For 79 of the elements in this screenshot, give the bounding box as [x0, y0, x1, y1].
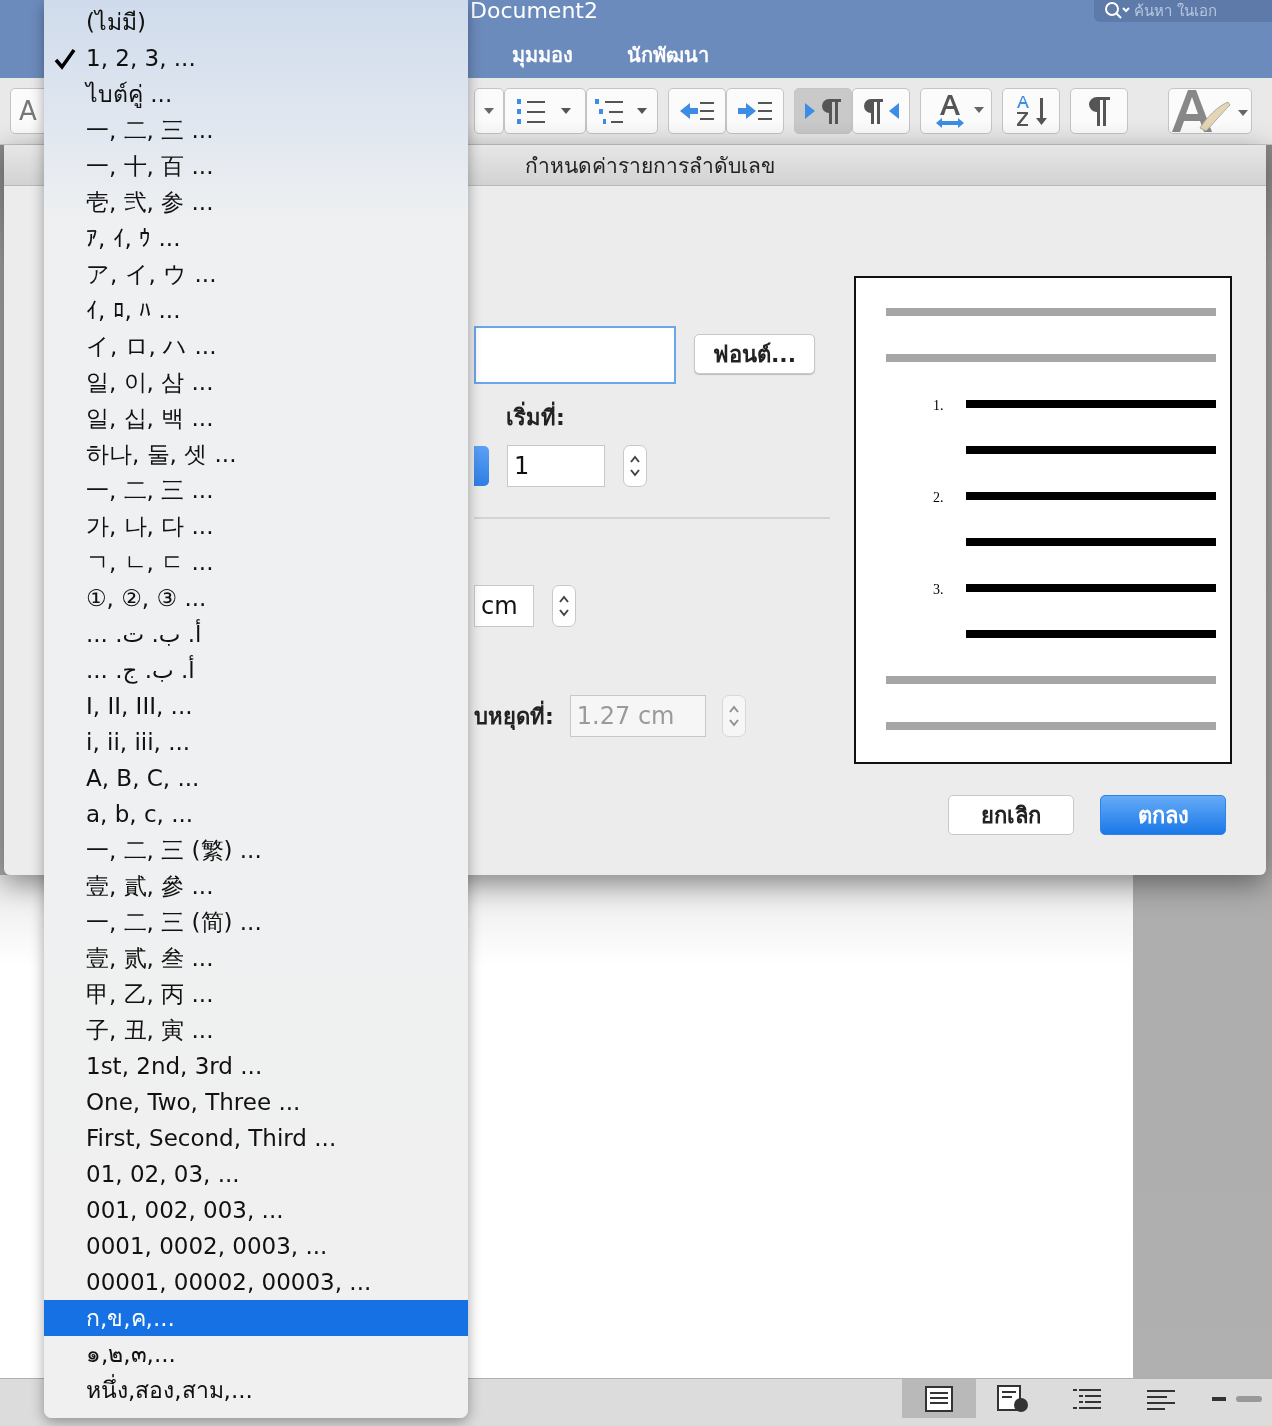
rtl-button[interactable] — [852, 88, 910, 134]
window-title: Document2 — [470, 0, 598, 22]
menu-item[interactable]: 일, 십, 백 ... — [44, 400, 468, 436]
menu-item[interactable]: i, ii, iii, ... — [44, 724, 468, 760]
pilcrow-icon — [1086, 95, 1112, 127]
zoom-out-icon — [1212, 1396, 1226, 1401]
draft-icon — [1147, 1387, 1175, 1410]
print-layout-icon — [925, 1385, 953, 1412]
dialog-title: กำหนดค่ารายการลำดับเลข — [524, 152, 775, 180]
tab-stop-label: บหยุดที่: — [474, 698, 554, 734]
font-button[interactable]: ฟอนต์... — [694, 334, 816, 374]
menu-item[interactable]: 一, 二, 三 (繁) ... — [44, 832, 468, 868]
start-at-field[interactable]: 1 — [507, 445, 605, 487]
menu-item[interactable]: 00001, 00002, 00003, ... — [44, 1264, 468, 1300]
print-layout-view-button[interactable] — [902, 1379, 976, 1418]
menu-item[interactable]: 01, 02, 03, ... — [44, 1156, 468, 1192]
menu-item[interactable]: 子, 丑, 寅 ... — [44, 1012, 468, 1048]
menu-item[interactable]: 가, 나, 다 ... — [44, 508, 468, 544]
outline-icon — [1071, 1386, 1103, 1411]
menu-item[interactable]: One, Two, Three ... — [44, 1084, 468, 1120]
zoom-slider-track[interactable] — [1236, 1395, 1262, 1402]
indent-icon — [736, 99, 774, 123]
menu-item[interactable]: หนึ่ง,สอง,สาม,... — [44, 1372, 468, 1408]
menu-item[interactable]: 甲, 乙, 丙 ... — [44, 976, 468, 1012]
menu-item[interactable]: 壹, 贰, 叁 ... — [44, 940, 468, 976]
menu-item[interactable]: ｲ, ﾛ, ﾊ ... — [44, 292, 468, 328]
menu-item[interactable]: I, II, III, ... — [44, 688, 468, 724]
menu-item[interactable]: 1, 2, 3, ... — [44, 40, 468, 76]
menu-item[interactable]: ก,ข,ค,... — [44, 1300, 468, 1336]
menu-item[interactable]: a, b, c, ... — [44, 796, 468, 832]
right-to-left-icon — [861, 96, 901, 126]
outdent-icon — [678, 99, 716, 123]
menu-item[interactable]: 하나, 둘, 셋 ... — [44, 436, 468, 472]
indent-field[interactable]: cm — [474, 585, 534, 627]
numbered-list-button[interactable] — [504, 88, 586, 134]
menu-item[interactable]: 一, 二, 三 ... — [44, 472, 468, 508]
preview-number: 3. — [932, 583, 945, 597]
menu-item[interactable]: 일, 이, 삼 ... — [44, 364, 468, 400]
preview-number: 1. — [932, 399, 945, 413]
text-direction-button[interactable] — [920, 88, 992, 134]
cancel-button[interactable]: ยกเลิก — [948, 795, 1074, 835]
menu-item[interactable]: 1st, 2nd, 3rd ... — [44, 1048, 468, 1084]
search-icon — [1104, 2, 1130, 20]
menu-item[interactable]: 一, 二, 三 (简) ... — [44, 904, 468, 940]
menu-item[interactable]: 壱, 弐, 参 ... — [44, 184, 468, 220]
menu-item[interactable]: A, B, C, ... — [44, 760, 468, 796]
dropdown-arrow-button[interactable] — [474, 88, 504, 134]
checkmark-icon — [54, 48, 76, 70]
preview-number: 2. — [932, 491, 945, 505]
menu-item[interactable]: イ, ロ, ハ ... — [44, 328, 468, 364]
outdent-button[interactable] — [668, 88, 726, 134]
caret-icon — [484, 108, 494, 114]
menu-item[interactable]: First, Second, Third ... — [44, 1120, 468, 1156]
number-format-field[interactable] — [474, 326, 676, 384]
menu-item[interactable]: ｱ, ｲ, ｳ ... — [44, 220, 468, 256]
styles-brush-icon — [1170, 88, 1250, 134]
menu-item[interactable]: (ไม่มี) — [44, 4, 468, 40]
menu-item[interactable]: أ. ب. ج. ... — [44, 652, 468, 688]
sort-button[interactable] — [1002, 88, 1060, 134]
menu-item[interactable]: ①, ②, ③ ... — [44, 580, 468, 616]
menu-item[interactable]: 壹, 貳, 參 ... — [44, 868, 468, 904]
indent-button[interactable] — [726, 88, 784, 134]
ltr-button[interactable] — [794, 88, 852, 134]
menu-item[interactable]: 0001, 0002, 0003, ... — [44, 1228, 468, 1264]
start-at-stepper[interactable] — [623, 445, 647, 487]
menu-item[interactable]: أ. ب. ت. ... — [44, 616, 468, 652]
tab-stop-stepper[interactable] — [721, 695, 746, 737]
styles-button[interactable] — [1168, 88, 1252, 134]
pilcrow-button[interactable] — [1070, 88, 1128, 134]
web-layout-icon — [997, 1384, 1029, 1413]
menu-item[interactable]: ア, イ, ウ ... — [44, 256, 468, 292]
menu-item[interactable]: 001, 002, 003, ... — [44, 1192, 468, 1228]
start-at-label: เริ่มที่: — [506, 400, 565, 435]
indent-stepper[interactable] — [552, 585, 576, 627]
multilevel-list-button[interactable] — [586, 88, 658, 134]
menu-item[interactable]: ๑,๒,๓,... — [44, 1336, 468, 1372]
menu-item[interactable]: 一, 十, 百 ... — [44, 148, 468, 184]
left-to-right-icon — [803, 96, 843, 126]
menu-item[interactable]: ㄱ, ㄴ, ㄷ ... — [44, 544, 468, 580]
